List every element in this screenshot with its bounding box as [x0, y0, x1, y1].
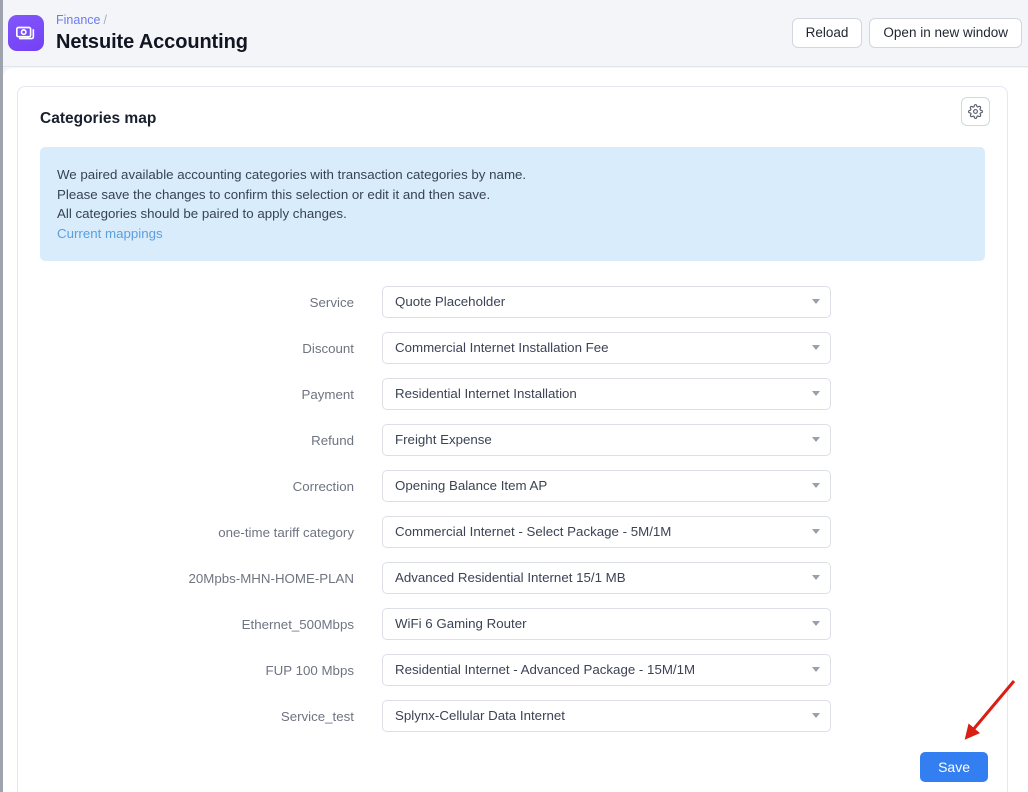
mapping-row-label: Ethernet_500Mbps: [241, 616, 354, 632]
banner-line-3: All categories should be paired to apply…: [57, 206, 347, 221]
mapping-row-label: Discount: [302, 340, 354, 356]
gear-icon[interactable]: [961, 97, 990, 126]
mapping-select[interactable]: Advanced Residential Internet 15/1 MB: [382, 562, 831, 594]
mapping-select[interactable]: Quote Placeholder: [382, 286, 831, 318]
mapping-row: Refund Freight Expense: [18, 417, 1007, 463]
breadcrumb-separator: /: [103, 13, 107, 27]
breadcrumb-link-finance[interactable]: Finance: [56, 13, 100, 27]
content-panel: Categories map We paired available accou…: [3, 68, 1028, 792]
mapping-select-wrapper: Splynx-Cellular Data Internet: [382, 700, 831, 732]
save-button[interactable]: Save: [920, 752, 988, 782]
mapping-row-label: Refund: [311, 432, 354, 448]
mapping-select-wrapper: Residential Internet - Advanced Package …: [382, 654, 831, 686]
categories-map-card: Categories map We paired available accou…: [17, 86, 1008, 792]
current-mappings-link[interactable]: Current mappings: [57, 226, 163, 241]
mapping-row: Correction Opening Balance Item AP: [18, 463, 1007, 509]
open-in-new-window-button[interactable]: Open in new window: [869, 18, 1022, 48]
info-banner: We paired available accounting categorie…: [40, 147, 985, 261]
mapping-row: Discount Commercial Internet Installation…: [18, 325, 1007, 371]
mapping-row: Ethernet_500Mbps WiFi 6 Gaming Router: [18, 601, 1007, 647]
header-actions: Reload Open in new window: [791, 18, 1022, 48]
mapping-select[interactable]: Commercial Internet Installation Fee: [382, 332, 831, 364]
mapping-select[interactable]: Freight Expense: [382, 424, 831, 456]
mapping-row: FUP 100 Mbps Residential Internet - Advan…: [18, 647, 1007, 693]
banner-line-1: We paired available accounting categorie…: [57, 167, 527, 182]
mapping-select[interactable]: WiFi 6 Gaming Router: [382, 608, 831, 640]
mapping-select[interactable]: Residential Internet Installation: [382, 378, 831, 410]
mapping-row-label: 20Mpbs-MHN-HOME-PLAN: [188, 570, 355, 586]
mapping-row: Service Quote Placeholder: [18, 279, 1007, 325]
mapping-row: one-time tariff category Commercial Inter…: [18, 509, 1007, 555]
mapping-select[interactable]: Residential Internet - Advanced Package …: [382, 654, 831, 686]
mapping-select-wrapper: Commercial Internet Installation Fee: [382, 332, 831, 364]
header-title-group: Finance / Netsuite Accounting: [56, 12, 792, 54]
categories-mapping-form: Service Quote Placeholder Discount Commerci…: [18, 261, 1007, 739]
mapping-select[interactable]: Opening Balance Item AP: [382, 470, 831, 502]
mapping-select-wrapper: Advanced Residential Internet 15/1 MB: [382, 562, 831, 594]
mapping-select-wrapper: Quote Placeholder: [382, 286, 831, 318]
mapping-row: 20Mpbs-MHN-HOME-PLAN Advanced Residential…: [18, 555, 1007, 601]
page-title: Netsuite Accounting: [56, 31, 248, 53]
mapping-select-wrapper: Residential Internet Installation: [382, 378, 831, 410]
mapping-row-label: Payment: [301, 386, 354, 402]
card-header: Categories map: [18, 87, 1007, 147]
card-title: Categories map: [40, 110, 157, 127]
mapping-row: Payment Residential Internet Installation: [18, 371, 1007, 417]
mapping-row-label: one-time tariff category: [218, 524, 354, 540]
window-left-edge: [0, 0, 3, 792]
banner-line-2: Please save the changes to confirm this …: [57, 186, 491, 202]
mapping-row-label: Correction: [292, 478, 354, 494]
mapping-select-wrapper: Opening Balance Item AP: [382, 470, 831, 502]
mapping-row-label: FUP 100 Mbps: [265, 662, 354, 678]
breadcrumb: Finance /: [56, 12, 792, 28]
mapping-row-label: Service: [309, 294, 354, 310]
mapping-row-label: Service_test: [280, 708, 354, 724]
reload-button[interactable]: Reload: [791, 18, 863, 48]
app-header: Finance / Netsuite Accounting Reload Open…: [0, 0, 1028, 67]
mapping-select-wrapper: WiFi 6 Gaming Router: [382, 608, 831, 640]
mapping-select-wrapper: Commercial Internet - Select Package - 5…: [382, 516, 831, 548]
banknote-icon: [8, 15, 44, 51]
mapping-row: Service_test Splynx-Cellular Data Interne…: [18, 693, 1007, 739]
mapping-select[interactable]: Commercial Internet - Select Package - 5…: [382, 516, 831, 548]
save-row: Save: [920, 752, 988, 782]
mapping-select[interactable]: Splynx-Cellular Data Internet: [382, 700, 831, 732]
mapping-select-wrapper: Freight Expense: [382, 424, 831, 456]
